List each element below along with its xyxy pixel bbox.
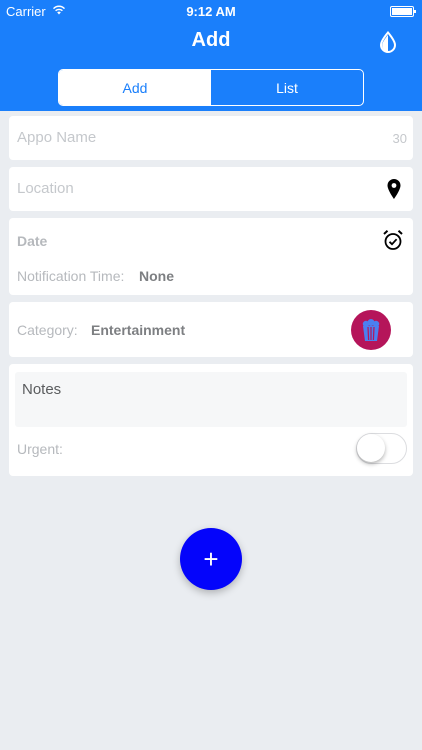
tab-list[interactable]: List [211,70,363,105]
category-value: Entertainment [91,322,186,338]
plus-icon: + [203,543,219,574]
appo-name-field[interactable]: Appo Name 30 [9,116,413,160]
popcorn-icon [362,319,380,341]
status-time: 9:12 AM [186,4,236,19]
appo-name-placeholder: Appo Name [17,129,97,146]
page-title: Add [191,29,231,51]
segmented-control: Add List [58,69,364,106]
location-pin-icon[interactable] [386,178,402,200]
notes-card: Notes Urgent: [9,364,413,476]
category-label: Category: [17,322,78,338]
alarm-clock-icon[interactable] [382,229,404,251]
notification-time-value: None [139,268,174,284]
status-bar: Carrier 9:12 AM [0,0,422,22]
toggle-knob [357,434,385,462]
urgent-toggle[interactable] [356,433,407,464]
drop-half-icon[interactable] [378,31,398,53]
urgent-label: Urgent: [17,441,63,457]
location-field[interactable]: Location [9,167,413,211]
category-badge[interactable] [351,310,391,350]
notification-time-label: Notification Time: [17,268,125,284]
tab-add[interactable]: Add [59,70,211,105]
category-card[interactable]: Category: Entertainment [9,302,413,357]
header: Carrier 9:12 AM Add Add List [0,0,422,111]
notes-placeholder: Notes [22,381,62,398]
date-label: Date [17,233,48,249]
add-fab-button[interactable]: + [180,528,242,590]
char-counter: 30 [392,131,407,146]
battery-icon [390,6,416,17]
notes-field[interactable]: Notes [15,372,407,427]
date-card[interactable]: Date Notification Time: None [9,218,413,295]
location-placeholder: Location [17,180,74,197]
